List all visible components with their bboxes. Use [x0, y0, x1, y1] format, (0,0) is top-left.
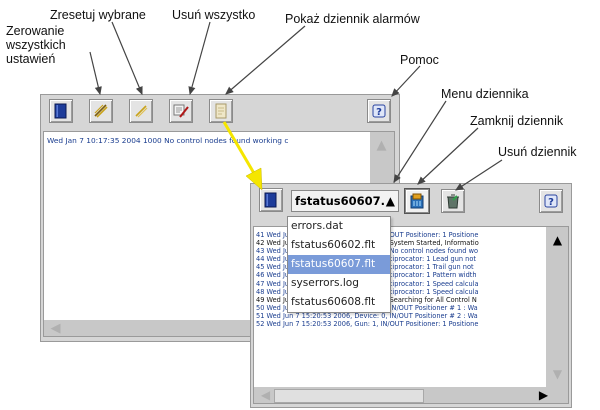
log-vertical-scrollbar[interactable]: ▲ ▼ [546, 227, 568, 387]
reset-selected-button[interactable] [129, 99, 153, 123]
alarm-log-icon [215, 103, 227, 119]
help-icon: ? [372, 104, 386, 118]
close-log-icon [410, 193, 424, 209]
callout-show-alarm-log: Pokaż dziennik alarmów [285, 12, 420, 26]
delete-log-button[interactable] [441, 189, 465, 213]
main-help-button[interactable]: ? [367, 99, 391, 123]
dropdown-arrow-icon[interactable]: ▲ [386, 191, 395, 211]
callout-log-menu: Menu dziennika [441, 87, 529, 101]
callout-delete-log: Usuń dziennik [498, 145, 577, 159]
log-menu-selector[interactable]: fstatus60607. ▲ [291, 190, 399, 212]
log-book-icon [264, 192, 277, 208]
callout-reset-all-line1: Zerowanie [6, 24, 65, 38]
log-line: 51 Wed Jun 7 15:20:53 2006, Device: 0, I… [256, 311, 478, 320]
log-menu-dropdown[interactable]: errors.dat fstatus60602.flt fstatus60607.f… [287, 216, 391, 313]
scroll-left-arrow-icon[interactable]: ◀ [258, 388, 273, 403]
reset-selected-icon [135, 105, 148, 118]
dropdown-option[interactable]: fstatus60602.flt [288, 236, 390, 255]
delete-log-icon [447, 194, 459, 209]
close-log-button[interactable] [405, 189, 429, 213]
help-icon: ? [544, 194, 558, 208]
alarm-log-button[interactable] [209, 99, 233, 123]
log-help-button[interactable]: ? [539, 189, 563, 213]
callout-close-log: Zamknij dziennik [470, 114, 564, 128]
callout-delete-all: Usuń wszystko [172, 8, 256, 22]
reset-all-icon [94, 104, 108, 118]
log-horizontal-scrollbar[interactable]: ◀ ▶ [254, 387, 568, 403]
log-line: 52 Wed Jun 7 15:20:53 2006, Gun: 1, IN/O… [256, 320, 479, 329]
log-book-icon [54, 103, 67, 119]
reset-all-button[interactable] [89, 99, 113, 123]
dropdown-option[interactable]: errors.dat [288, 217, 390, 236]
scroll-thumb[interactable] [274, 389, 424, 403]
svg-text:?: ? [548, 197, 554, 208]
callout-reset-all-line2: wszystkich [6, 38, 66, 52]
callout-reset-all: Zerowanie wszystkich ustawień [6, 24, 66, 66]
scroll-down-arrow-icon[interactable]: ▼ [550, 367, 565, 382]
scroll-right-arrow-icon[interactable]: ▶ [536, 388, 551, 403]
log-viewer-window: fstatus60607. ▲ ? 41 Wed Jun 7 15:20:47 … [250, 183, 572, 408]
scroll-up-arrow-icon[interactable]: ▲ [374, 138, 389, 153]
main-log-line: Wed Jan 7 10:17:35 2004 1000 No control … [47, 136, 289, 145]
delete-all-icon [173, 104, 189, 118]
scroll-up-arrow-icon[interactable]: ▲ [550, 233, 565, 248]
log-book-button[interactable] [259, 188, 283, 212]
delete-all-button[interactable] [169, 99, 193, 123]
callout-reset-all-line3: ustawień [6, 52, 56, 66]
svg-text:?: ? [376, 107, 382, 118]
callout-reset-selected: Zresetuj wybrane [50, 8, 146, 22]
scroll-left-arrow-icon[interactable]: ◀ [48, 321, 63, 336]
main-log-book-button[interactable] [49, 99, 73, 123]
callout-help: Pomoc [400, 53, 439, 67]
dropdown-option[interactable]: syserrors.log [288, 274, 390, 293]
dropdown-option[interactable]: fstatus60607.flt [288, 255, 390, 274]
dropdown-option[interactable]: fstatus60608.flt [288, 293, 390, 312]
log-menu-value: fstatus60607. [295, 194, 386, 208]
